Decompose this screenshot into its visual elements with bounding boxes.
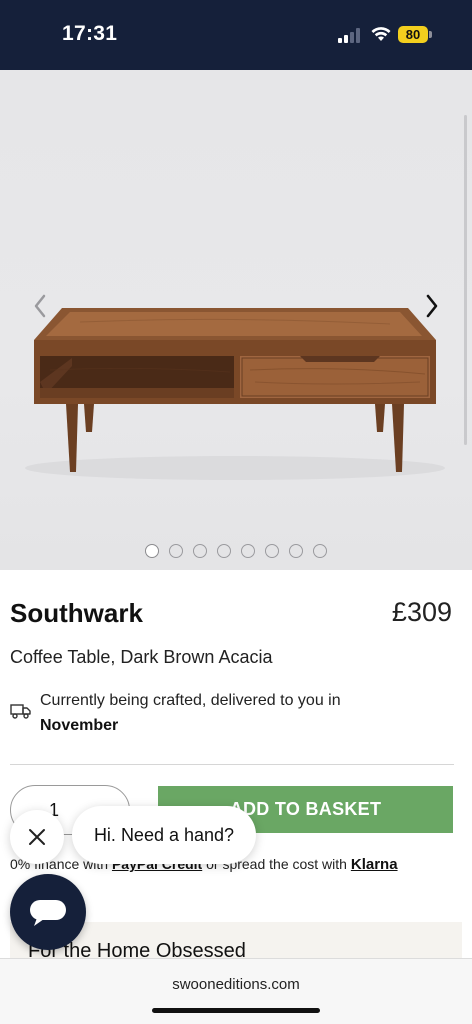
coffee-table-image (25, 308, 445, 480)
chevron-left-icon[interactable] (28, 292, 52, 320)
carousel-dot[interactable] (313, 544, 327, 558)
delivery-text: Currently being crafted, delivered to yo… (40, 692, 341, 709)
carousel-dot[interactable] (289, 544, 303, 558)
battery-icon: 80 (398, 26, 428, 43)
carousel-dot[interactable] (217, 544, 231, 558)
status-time: 17:31 (62, 22, 118, 45)
chat-prompt-bubble[interactable]: Hi. Need a hand? (72, 806, 256, 864)
battery-cap (429, 31, 432, 38)
home-indicator[interactable] (152, 1008, 320, 1013)
klarna-link[interactable]: Klarna (351, 856, 398, 873)
close-icon (29, 829, 45, 845)
page-scrollbar[interactable] (464, 115, 467, 445)
carousel-dot[interactable] (169, 544, 183, 558)
carousel-dot[interactable] (241, 544, 255, 558)
signal-icon (338, 28, 364, 43)
chat-close-button[interactable] (10, 810, 64, 864)
product-subtitle: Coffee Table, Dark Brown Acacia (10, 647, 273, 667)
wifi-icon (371, 27, 391, 41)
chevron-right-icon[interactable] (420, 292, 444, 320)
status-bar: 17:31 80 (0, 0, 472, 70)
carousel-dots (0, 544, 472, 558)
divider (10, 764, 454, 765)
carousel-dot[interactable] (265, 544, 279, 558)
delivery-month: November (40, 717, 119, 734)
product-title: Southwark (10, 598, 143, 628)
product-price: £309 (391, 597, 452, 627)
product-image-carousel[interactable] (0, 70, 472, 570)
chat-button[interactable] (10, 874, 86, 950)
delivery-info: Currently being crafted, delivered to yo… (40, 688, 440, 738)
carousel-dot[interactable] (193, 544, 207, 558)
chat-icon (30, 900, 66, 926)
truck-icon (10, 704, 31, 719)
carousel-dot[interactable] (145, 544, 159, 558)
url-text[interactable]: swooneditions.com (0, 976, 472, 993)
